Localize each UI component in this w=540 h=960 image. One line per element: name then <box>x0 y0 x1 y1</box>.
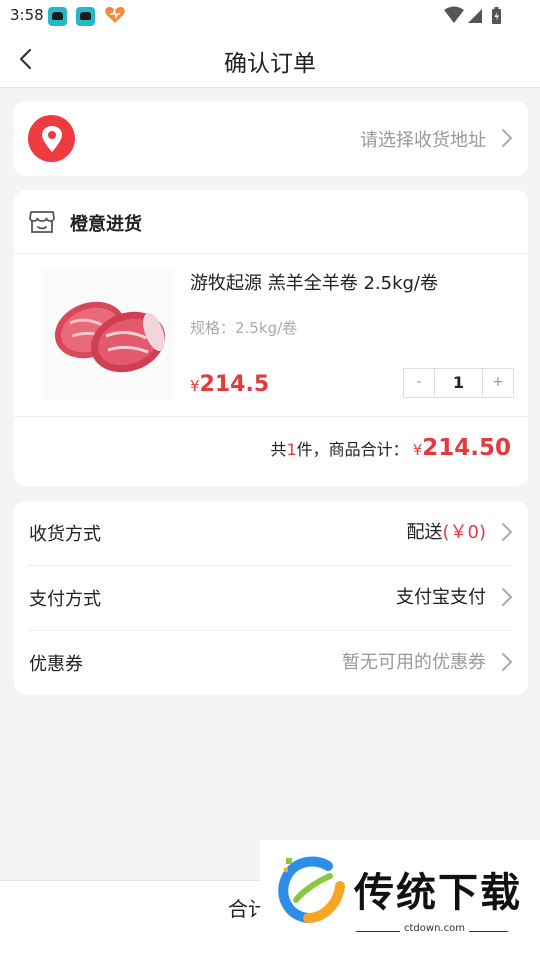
order-summary: 共1件，商品合计： ¥214.50 <box>270 435 511 461</box>
payment-method-value: 支付宝支付 <box>396 587 486 608</box>
shop-header: 橙意进货 <box>14 190 528 254</box>
item-count: 1 <box>286 440 297 459</box>
watermark-logo <box>278 856 345 923</box>
delivery-method-label: 收货方式 <box>29 524 101 545</box>
shop-order-card: 橙意进货 游牧起源 羔羊全羊卷 2.5kg/卷 规格：2.5kg/卷 ¥214.… <box>14 190 528 486</box>
quantity-stepper: - 1 + <box>403 368 514 398</box>
car-app-icon <box>48 7 67 26</box>
product-price: ¥214.5 <box>190 372 269 397</box>
heart-app-icon <box>105 7 125 23</box>
price-value: 214.5 <box>199 372 270 397</box>
goods-total: 214.50 <box>422 435 511 461</box>
delivery-method-value: 配送(￥0) <box>407 518 487 544</box>
status-time: 3:58 <box>10 6 44 24</box>
location-badge <box>28 115 75 162</box>
navigation-bar: 确认订单 <box>0 32 540 88</box>
address-placeholder: 请选择收货地址 <box>360 130 486 151</box>
delivery-type: 配送 <box>406 522 443 543</box>
total-currency: ¥ <box>412 441 423 459</box>
order-options-card: 收货方式 配送(￥0) 支付方式 支付宝支付 优惠券 暂无可用的优惠券 <box>14 501 528 695</box>
coupon-label: 优惠券 <box>29 654 83 675</box>
status-indicators <box>444 6 501 24</box>
chevron-right-icon <box>502 129 513 147</box>
chevron-right-icon <box>502 588 513 606</box>
divider <box>14 416 528 417</box>
page-title: 确认订单 <box>224 51 316 77</box>
chevron-right-icon <box>502 523 513 541</box>
car-app-icon <box>76 7 95 26</box>
battery-icon <box>492 7 501 24</box>
product-name: 游牧起源 羔羊全羊卷 2.5kg/卷 <box>190 273 438 294</box>
location-pin-icon <box>42 126 62 152</box>
watermark: 传统下载 ctdown.com <box>260 840 540 940</box>
address-selector[interactable]: 请选择收货地址 <box>14 101 528 176</box>
store-icon <box>29 211 55 233</box>
product-image <box>42 268 174 400</box>
coupon-value: 暂无可用的优惠券 <box>342 652 486 673</box>
status-bar: 3:58 <box>0 0 540 32</box>
chevron-right-icon <box>502 653 513 671</box>
payment-method-row[interactable]: 支付方式 支付宝支付 <box>14 566 528 631</box>
watermark-site: ctdown.com <box>400 923 469 934</box>
product-spec: 规格：2.5kg/卷 <box>190 319 298 337</box>
summary-prefix: 共 <box>270 440 287 459</box>
wifi-icon <box>444 6 464 23</box>
payment-method-label: 支付方式 <box>29 589 101 610</box>
summary-middle: 件，商品合计： <box>296 440 409 459</box>
price-currency: ¥ <box>190 377 200 395</box>
watermark-brand: 传统下载 <box>354 870 522 916</box>
shop-name: 橙意进货 <box>70 214 142 235</box>
quantity-value[interactable]: 1 <box>434 369 483 397</box>
coupon-row[interactable]: 优惠券 暂无可用的优惠券 <box>14 631 528 696</box>
decrement-button[interactable]: - <box>404 369 434 397</box>
delivery-fee: (￥0) <box>442 522 487 543</box>
signal-icon <box>468 9 482 23</box>
increment-button[interactable]: + <box>483 369 513 397</box>
delivery-method-row[interactable]: 收货方式 配送(￥0) <box>14 501 528 566</box>
